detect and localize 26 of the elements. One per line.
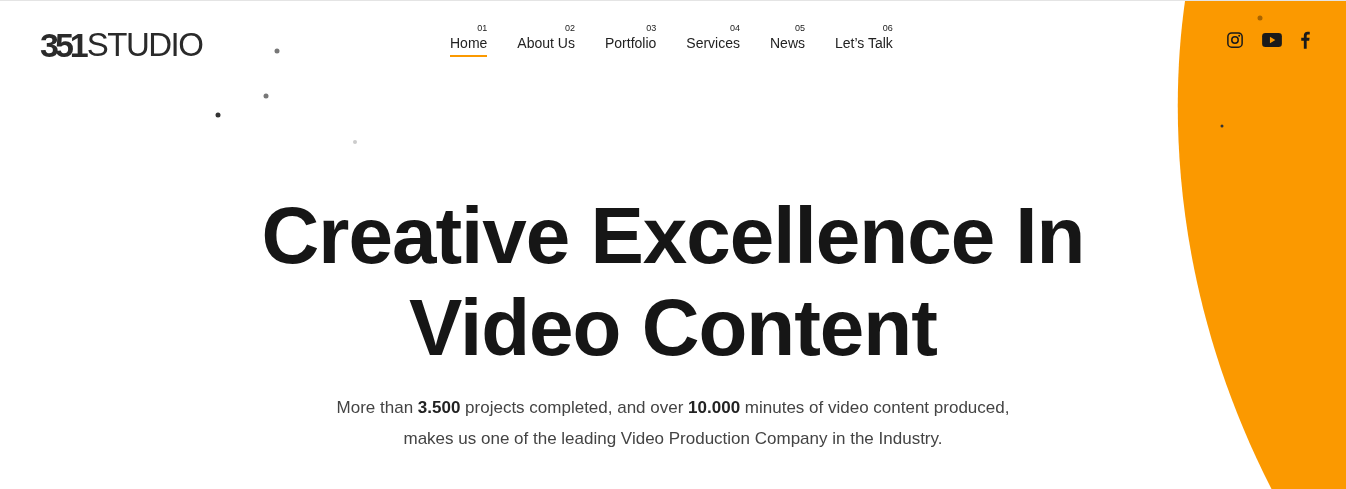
nav-number: 02 bbox=[564, 23, 575, 34]
logo-text[interactable]: STUDIO bbox=[86, 27, 203, 63]
nav-number: 06 bbox=[882, 23, 893, 34]
particle-dot bbox=[353, 140, 357, 144]
nav-link[interactable]: Services bbox=[686, 34, 740, 57]
nav-link[interactable]: News bbox=[770, 34, 805, 57]
logo-mark[interactable]: 351 bbox=[40, 27, 85, 63]
hero-description: More than 3.500 projects completed, and over 10.000 minutes of video content produced, bbox=[336, 397, 1010, 419]
hero-description: makes us one of the leading Video Production Company in the Industry. bbox=[402, 428, 944, 450]
nav-number: 03 bbox=[646, 23, 657, 34]
hero-heading: Creative Excellence In bbox=[261, 190, 1085, 282]
particle-dot bbox=[263, 93, 269, 99]
nav-number: 05 bbox=[795, 23, 805, 34]
particle-dot bbox=[274, 48, 280, 54]
hero-heading: Video Content bbox=[408, 282, 938, 374]
particle-dot bbox=[1220, 124, 1224, 128]
instagram-icon[interactable] bbox=[1226, 30, 1244, 49]
facebook-icon[interactable] bbox=[1300, 30, 1310, 49]
nav-number: 04 bbox=[730, 23, 740, 34]
nav-link[interactable]: Portfolio bbox=[604, 34, 657, 57]
nav-link[interactable]: Let’s Talk bbox=[835, 34, 893, 57]
particle-dot bbox=[1257, 15, 1263, 21]
nav-link[interactable]: About Us bbox=[517, 34, 575, 57]
particle-dot bbox=[215, 112, 221, 118]
nav-link[interactable]: Home bbox=[450, 34, 488, 57]
nav-number: 01 bbox=[477, 23, 488, 34]
